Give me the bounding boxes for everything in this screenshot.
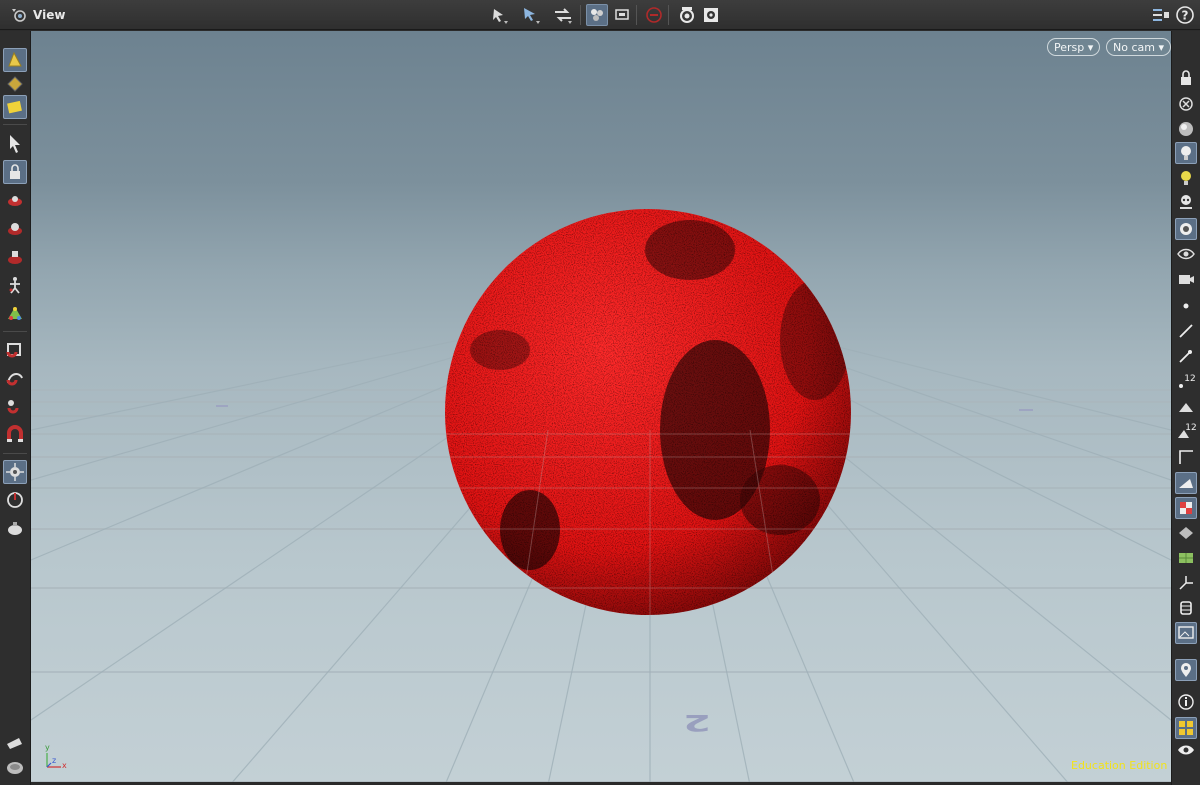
checker-icon[interactable] (1175, 497, 1197, 519)
cam-settings-icon[interactable] (1175, 268, 1197, 290)
sphere-icon[interactable] (1175, 118, 1197, 140)
axis-label-z: z (52, 756, 57, 765)
particle-paint-icon[interactable] (3, 48, 27, 72)
axis-label-y: y (45, 743, 50, 752)
select-move-icon[interactable] (520, 4, 542, 26)
lightbulb-icon[interactable] (1175, 167, 1197, 189)
point-number-icon[interactable]: 12 (1175, 370, 1197, 392)
help-icon[interactable]: ? (1174, 4, 1196, 26)
rotate-handle-icon[interactable] (3, 217, 27, 241)
ramp-icon[interactable] (1175, 472, 1197, 494)
viewer-toolbar: View ? (0, 0, 1200, 30)
move-handle-icon[interactable] (3, 189, 27, 213)
location-icon[interactable] (1175, 659, 1197, 681)
camera-choice-label: No cam (1113, 41, 1155, 54)
particle-sphere[interactable] (31, 31, 1171, 782)
axis-gizmo: y x z (41, 743, 71, 773)
select-mode-icon[interactable] (3, 95, 27, 119)
select-arrow-icon[interactable] (3, 132, 27, 156)
snap-icon[interactable] (3, 460, 27, 484)
cylinder-icon[interactable] (1175, 597, 1197, 619)
skull-icon[interactable] (1175, 191, 1197, 213)
close-icon[interactable] (1175, 93, 1197, 115)
image-icon[interactable] (1175, 622, 1197, 644)
brush-icon[interactable] (3, 730, 27, 754)
scale-handle-icon[interactable] (3, 245, 27, 269)
pour-icon[interactable] (3, 73, 27, 97)
pane-title: View (33, 8, 66, 22)
display-icon[interactable] (611, 4, 633, 26)
right-display-shelf: 12 12 (1171, 31, 1200, 785)
pose-icon[interactable] (3, 273, 27, 297)
svg-text:?: ? (1182, 9, 1189, 23)
3d-viewport[interactable]: 2 Persp ▾ No cam ▾ y x z Education Editi… (31, 31, 1171, 782)
magnet-2-icon[interactable] (3, 366, 27, 390)
camera-view-label: Persp (1054, 41, 1085, 54)
eye-cam-icon[interactable] (1175, 243, 1197, 265)
education-edition-watermark: Education Edition (1071, 759, 1168, 772)
point-icon[interactable] (1175, 295, 1197, 317)
point-number-label: 12 (1184, 374, 1195, 384)
magnet-icon[interactable] (3, 338, 27, 362)
camera-icon[interactable] (3, 755, 27, 779)
eye-icon[interactable] (1175, 739, 1197, 761)
uv-grid-icon[interactable] (1175, 547, 1197, 569)
axis-icon[interactable] (1175, 572, 1197, 594)
normal-icon[interactable] (1175, 345, 1197, 367)
stroke-icon[interactable] (3, 301, 27, 325)
info-icon[interactable] (1175, 691, 1197, 713)
magnet-4-icon[interactable] (3, 422, 27, 446)
grid-icon[interactable] (1175, 717, 1197, 739)
left-tool-shelf (0, 31, 31, 785)
viewport-menu-icon[interactable] (9, 5, 31, 27)
camera-snap-icon[interactable] (676, 4, 698, 26)
select-obj-icon[interactable] (488, 4, 510, 26)
layer-icon[interactable] (1175, 522, 1197, 544)
prim-number-icon[interactable]: 12 (1175, 420, 1197, 442)
prim-number-label: 12 (1185, 423, 1196, 433)
light-icon[interactable] (1175, 142, 1197, 164)
lock-icon[interactable] (3, 160, 27, 184)
no-entry-icon[interactable] (643, 4, 665, 26)
display-options-icon[interactable] (1150, 4, 1172, 26)
magnet-3-icon[interactable] (3, 394, 27, 418)
corner-icon[interactable] (1175, 446, 1197, 468)
teapot-icon[interactable] (3, 516, 27, 540)
render-settings-icon[interactable] (700, 4, 722, 26)
uv-icon[interactable] (1175, 395, 1197, 417)
camera-choice-dropdown[interactable]: No cam ▾ (1106, 38, 1171, 56)
lock-icon[interactable] (1175, 67, 1197, 89)
line-icon[interactable] (1175, 320, 1197, 342)
camera-view-dropdown[interactable]: Persp ▾ (1047, 38, 1101, 56)
select-rotate-icon[interactable] (552, 4, 574, 26)
axis-label-x: x (62, 761, 67, 770)
handle-icon[interactable] (3, 488, 27, 512)
shader-icon[interactable] (1175, 218, 1197, 240)
sphere-toggle-icon[interactable] (586, 4, 608, 26)
